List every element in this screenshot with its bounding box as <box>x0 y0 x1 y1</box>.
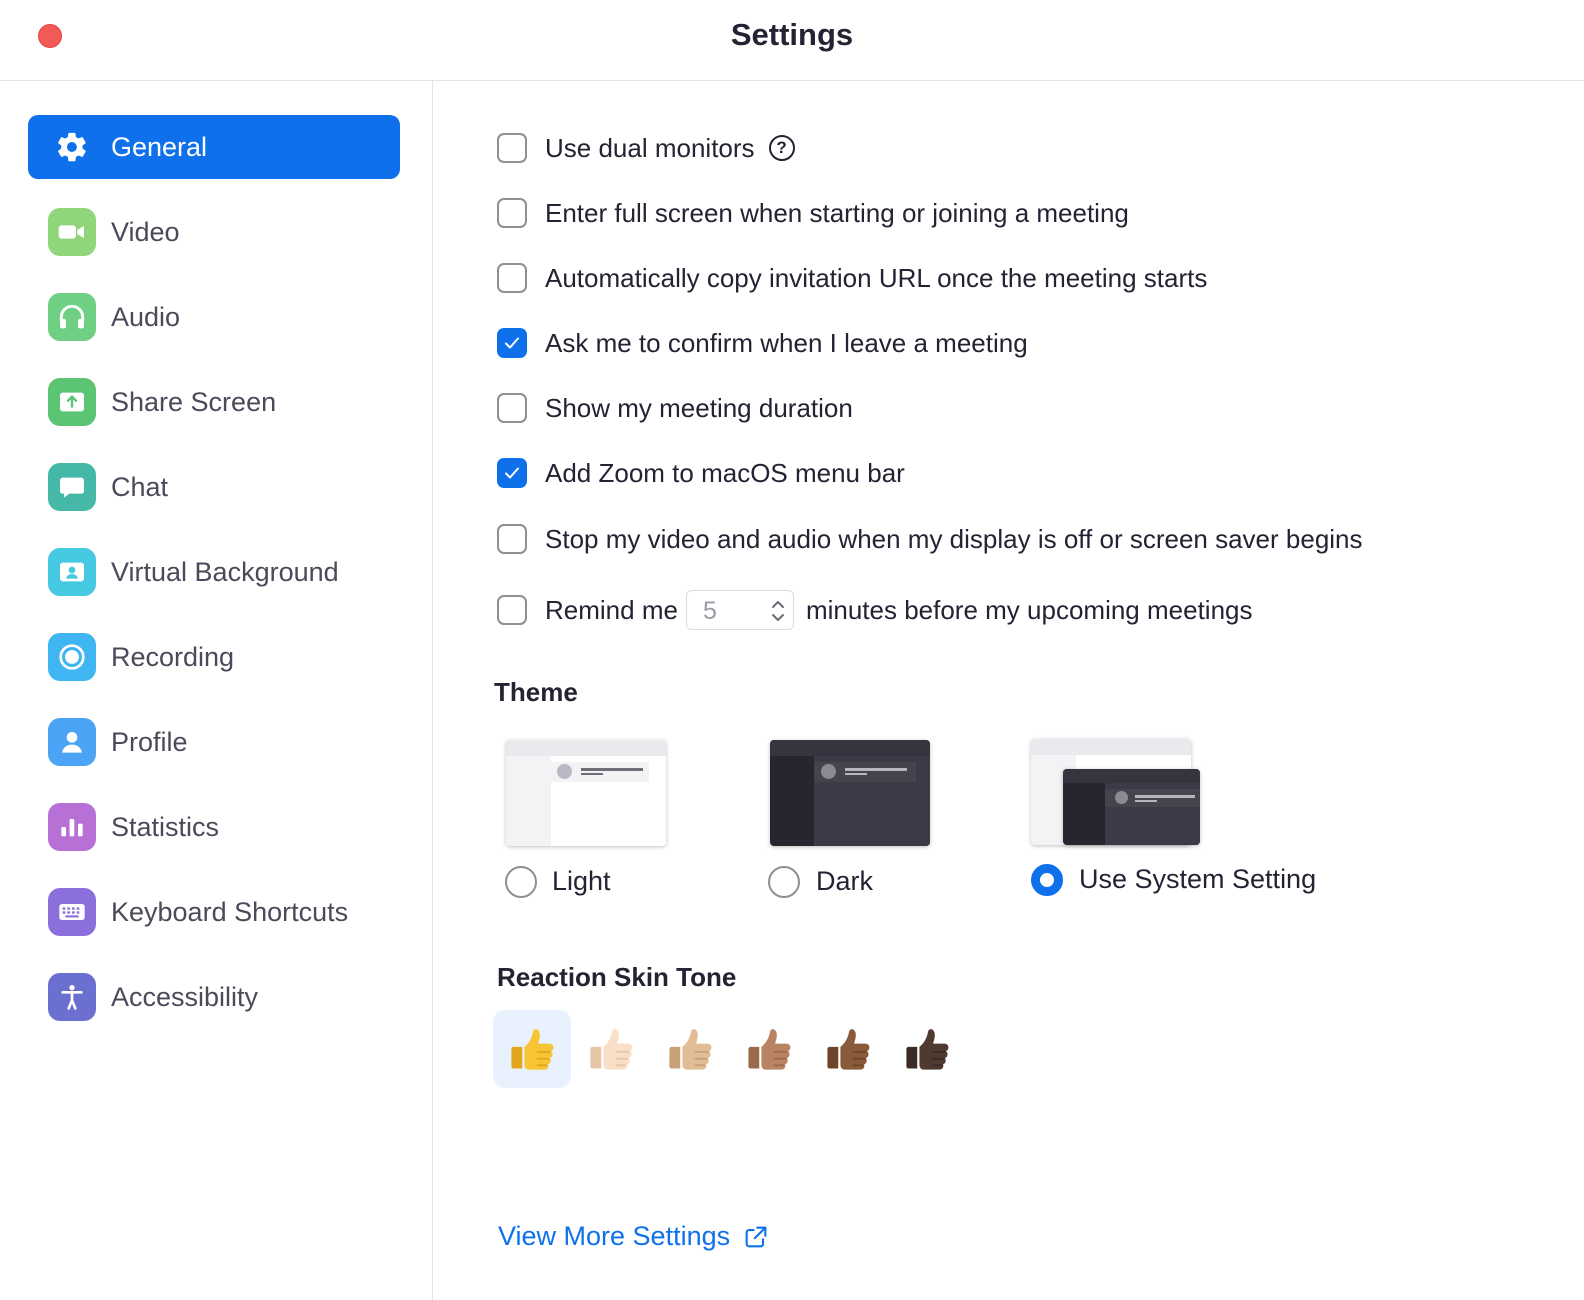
help-icon[interactable]: ? <box>768 135 795 161</box>
option-label: Show my meeting duration <box>545 392 853 423</box>
sidebar-item-label: General <box>111 131 208 162</box>
general-settings-panel: Use dual monitors ? Enter full screen wh… <box>433 81 1584 1300</box>
title-bar: Settings <box>0 0 1584 81</box>
skin-tone-medium-light-button[interactable] <box>651 1010 729 1088</box>
remind-minutes-stepper[interactable]: 5 <box>685 590 794 630</box>
remind-label-before: Remind me <box>545 594 678 625</box>
sidebar-item-label: Keyboard Shortcuts <box>111 896 349 927</box>
dual-monitors-checkbox[interactable] <box>497 133 527 163</box>
sidebar-item-statistics[interactable]: Statistics <box>28 795 400 859</box>
full-screen-checkbox[interactable] <box>497 198 527 228</box>
option-label: Automatically copy invitation URL once t… <box>545 262 1208 293</box>
theme-system-label: Use System Setting <box>1079 864 1317 894</box>
person-portrait-icon <box>48 548 96 596</box>
sidebar-item-label: Profile <box>111 726 188 757</box>
option-label: Add Zoom to macOS menu bar <box>545 457 905 488</box>
sidebar-item-chat[interactable]: Chat <box>28 455 400 519</box>
option-label: Enter full screen when starting or joini… <box>545 197 1129 228</box>
checkmark-icon <box>505 337 519 349</box>
theme-dark-label: Dark <box>816 866 874 896</box>
option-copy-invitation-url: Automatically copy invitation URL once t… <box>497 260 1207 296</box>
sidebar-item-label: Accessibility <box>111 981 259 1012</box>
accessibility-icon <box>48 973 96 1021</box>
sidebar-item-label: Chat <box>111 471 169 502</box>
theme-dark-radio[interactable] <box>768 866 800 898</box>
sidebar-item-profile[interactable]: Profile <box>28 710 400 774</box>
copy-invitation-url-checkbox[interactable] <box>497 263 527 293</box>
up-down-arrows-icon[interactable] <box>769 596 787 626</box>
sidebar-item-general[interactable]: General <box>28 115 400 179</box>
sidebar-item-label: Statistics <box>111 811 220 842</box>
theme-light-thumbnail[interactable] <box>506 740 666 848</box>
sidebar-item-video[interactable]: Video <box>28 200 400 264</box>
view-more-settings-label: View More Settings <box>498 1221 731 1251</box>
remind-minutes-value: 5 <box>702 597 717 625</box>
video-camera-icon <box>48 208 96 256</box>
sidebar-item-label: Audio <box>111 301 181 332</box>
confirm-leave-checkbox[interactable] <box>497 328 527 358</box>
record-icon <box>48 633 96 681</box>
window-title: Settings <box>730 17 854 52</box>
headphones-icon <box>48 293 96 341</box>
sidebar-item-label: Video <box>111 216 180 247</box>
thumbs-up-icon <box>906 1029 949 1070</box>
sidebar-item-keyboard-shortcuts[interactable]: Keyboard Shortcuts <box>28 880 400 944</box>
skin-tone-light-button[interactable] <box>572 1010 650 1088</box>
thumbs-up-icon <box>590 1029 633 1070</box>
thumbs-up-icon <box>748 1029 791 1070</box>
chat-bubble-icon <box>48 463 96 511</box>
skin-tone-default-button[interactable] <box>493 1010 571 1088</box>
theme-section-title: Theme <box>494 677 578 707</box>
skin-tone-medium-dark-button[interactable] <box>809 1010 887 1088</box>
menu-bar-checkbox[interactable] <box>497 458 527 488</box>
theme-system-radio[interactable] <box>1031 864 1063 896</box>
thumbs-up-icon <box>669 1029 712 1070</box>
remind-label-after: minutes before my upcoming meetings <box>805 594 1253 625</box>
skin-tone-section-title: Reaction Skin Tone <box>497 962 737 992</box>
theme-system-thumbnail[interactable] <box>1031 739 1203 847</box>
skin-tone-medium-button[interactable] <box>730 1010 808 1088</box>
theme-light-label: Light <box>552 866 611 896</box>
skin-tone-dark-button[interactable] <box>888 1010 966 1088</box>
option-dual-monitors: Use dual monitors ? <box>497 130 795 166</box>
sidebar-item-virtual-background[interactable]: Virtual Background <box>28 540 400 604</box>
sidebar-item-recording[interactable]: Recording <box>28 625 400 689</box>
option-label: Stop my video and audio when my display … <box>545 523 1363 554</box>
option-label: Ask me to confirm when I leave a meeting <box>545 327 1028 358</box>
sidebar: General Video Audio Share Screen Chat Vi… <box>0 81 433 1300</box>
thumbs-up-icon <box>511 1029 554 1070</box>
sidebar-item-audio[interactable]: Audio <box>28 285 400 349</box>
sidebar-item-share-screen[interactable]: Share Screen <box>28 370 400 434</box>
checkmark-icon <box>505 467 519 479</box>
remind-me-checkbox[interactable] <box>497 595 527 625</box>
sidebar-item-label: Share Screen <box>111 386 277 417</box>
person-icon <box>48 718 96 766</box>
option-full-screen: Enter full screen when starting or joini… <box>497 195 1129 231</box>
view-more-settings-link[interactable]: View More Settings <box>498 1221 770 1252</box>
sidebar-item-accessibility[interactable]: Accessibility <box>28 965 400 1029</box>
keyboard-icon <box>48 888 96 936</box>
option-meeting-duration: Show my meeting duration <box>497 390 853 426</box>
theme-dark-thumbnail[interactable] <box>770 740 930 848</box>
option-confirm-leave: Ask me to confirm when I leave a meeting <box>497 325 1028 361</box>
bar-chart-icon <box>48 803 96 851</box>
gear-icon <box>48 123 96 171</box>
option-menu-bar: Add Zoom to macOS menu bar <box>497 455 905 491</box>
option-stop-video-audio: Stop my video and audio when my display … <box>497 521 1363 557</box>
thumbs-up-icon <box>827 1029 870 1070</box>
share-screen-icon <box>48 378 96 426</box>
sidebar-item-label: Virtual Background <box>111 556 339 587</box>
external-link-icon <box>745 1226 767 1247</box>
meeting-duration-checkbox[interactable] <box>497 393 527 423</box>
stop-video-audio-checkbox[interactable] <box>497 524 527 554</box>
option-label: Use dual monitors <box>545 132 755 163</box>
sidebar-item-label: Recording <box>111 641 235 672</box>
option-remind-me: Remind me 5 minutes before my upcoming m… <box>497 588 1252 632</box>
theme-light-radio[interactable] <box>505 866 537 898</box>
